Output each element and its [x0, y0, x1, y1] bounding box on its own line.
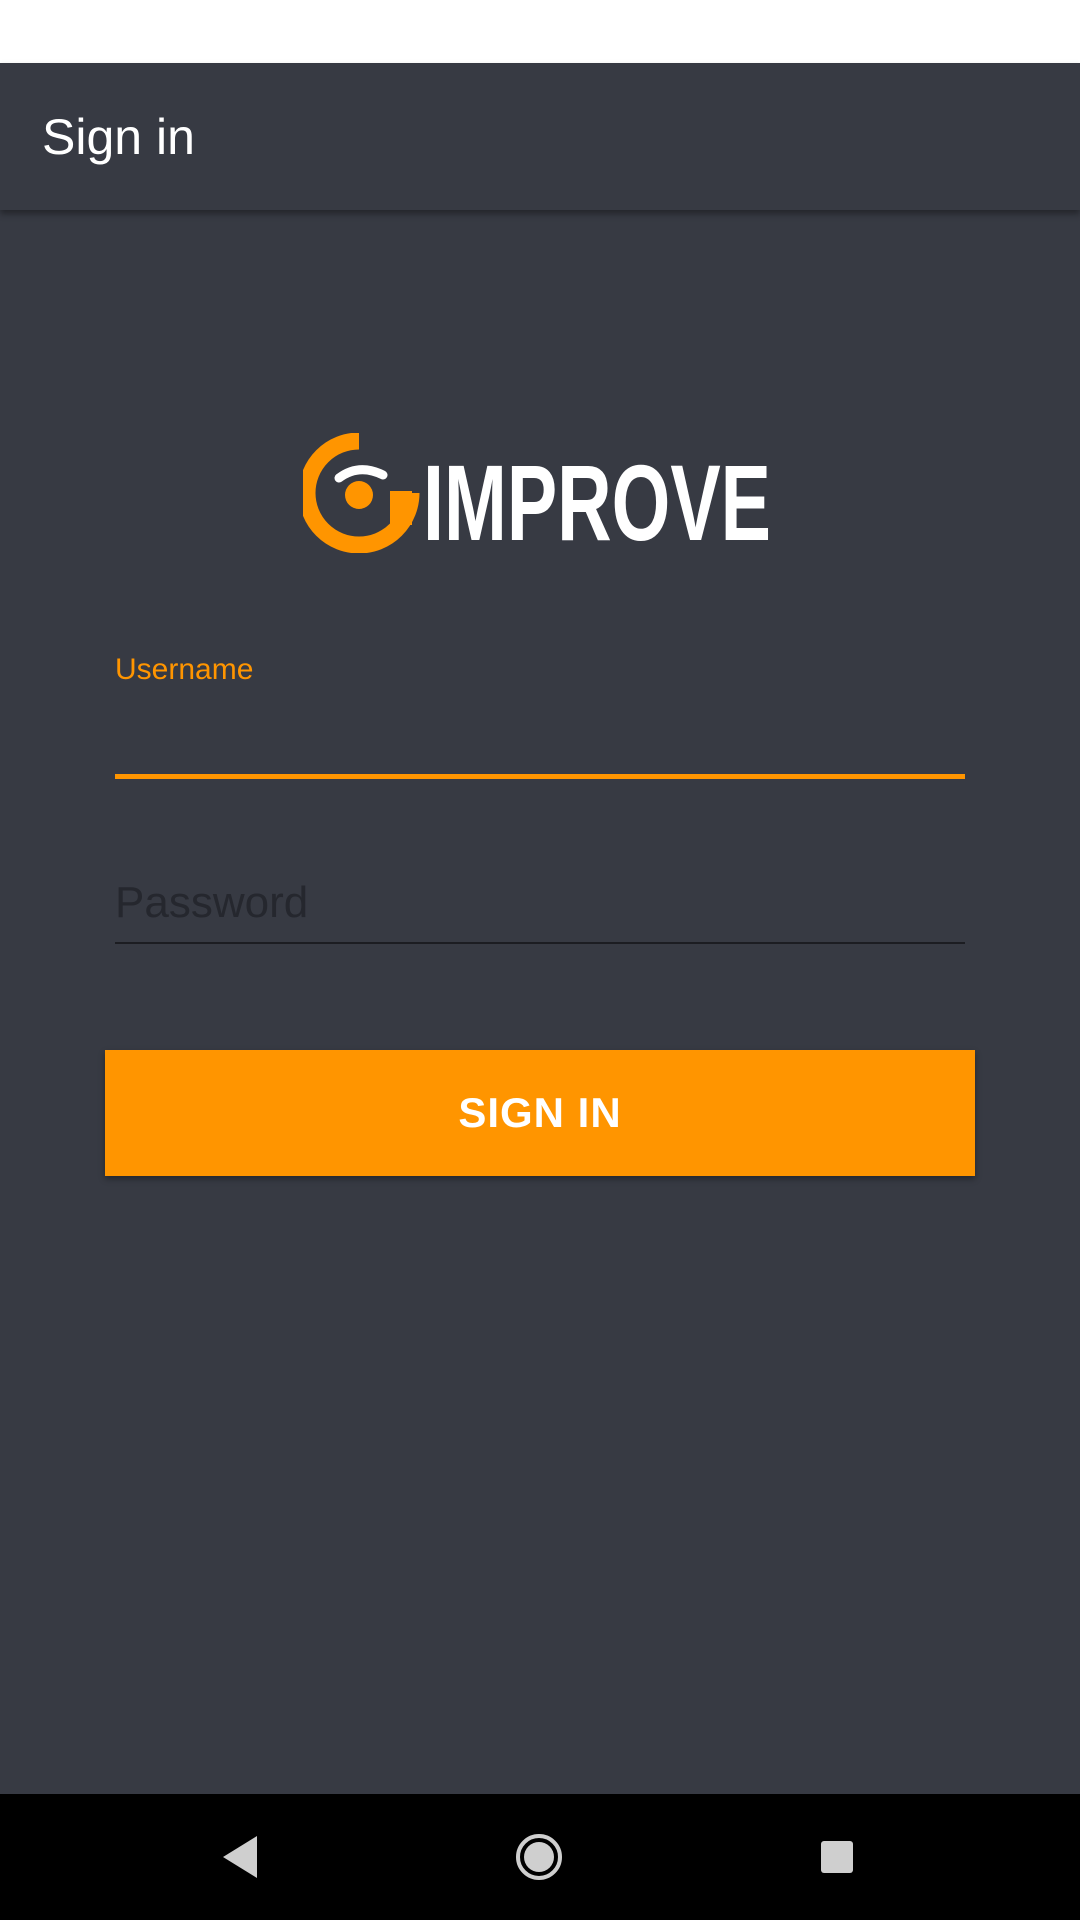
recents-icon[interactable]: [802, 1822, 872, 1892]
logo-mark-icon: [303, 433, 420, 553]
logo-wordmark: IMPROVE: [423, 442, 771, 553]
username-label: Username: [115, 653, 254, 686]
password-field: [115, 860, 965, 945]
sign-in-button[interactable]: SIGN IN: [105, 1050, 975, 1176]
password-input[interactable]: [115, 872, 965, 934]
home-icon[interactable]: [504, 1822, 574, 1892]
password-underline: [115, 942, 965, 944]
back-icon[interactable]: [207, 1822, 277, 1892]
navigation-bar: [0, 1794, 1080, 1920]
status-bar: [0, 0, 1080, 63]
username-underline: [115, 774, 965, 779]
sign-in-screen: Sign in IMPROVE Username SIGN IN: [0, 0, 1080, 1920]
username-input[interactable]: [115, 706, 965, 766]
improve-logo: IMPROVE: [303, 433, 783, 553]
username-field: Username: [115, 640, 965, 780]
app-bar: Sign in: [0, 63, 1080, 210]
page-title: Sign in: [42, 109, 195, 165]
